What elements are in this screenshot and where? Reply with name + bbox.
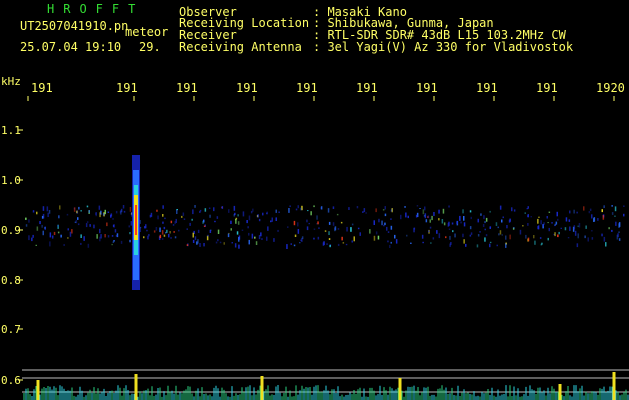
amplitude-trace bbox=[23, 372, 629, 400]
spectrogram-plot bbox=[18, 96, 629, 400]
meteor-echo bbox=[132, 155, 140, 290]
freq-tick-marks bbox=[18, 129, 23, 381]
noise-band bbox=[25, 205, 625, 249]
time-tick-marks bbox=[27, 96, 615, 101]
